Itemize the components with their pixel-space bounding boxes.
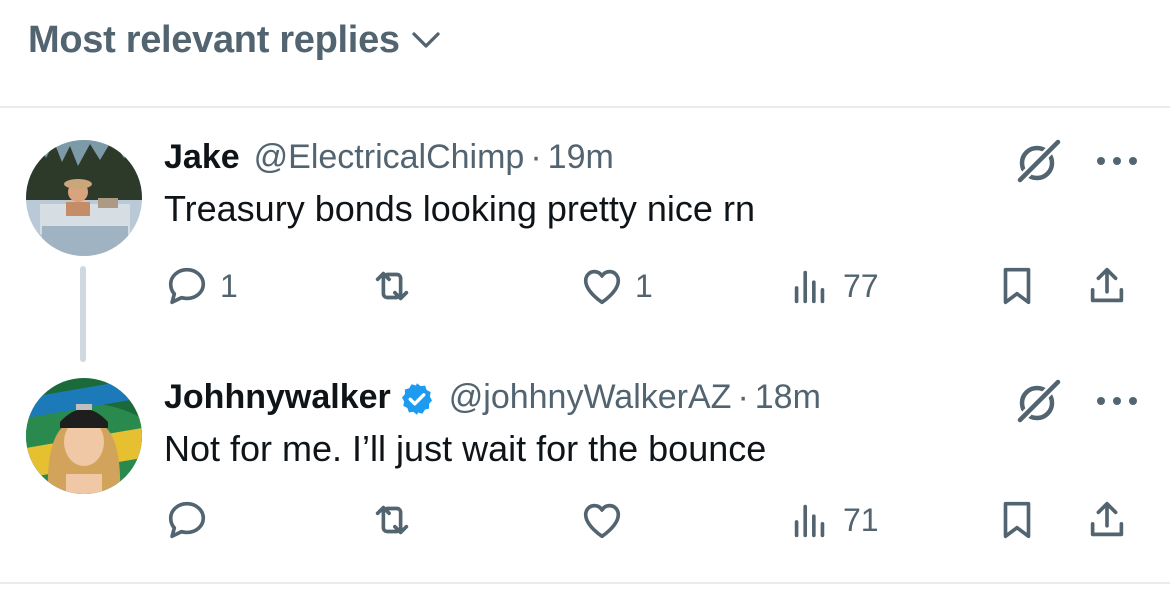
timestamp[interactable]: 19m	[548, 138, 614, 177]
tweet-text: Treasury bonds looking pretty nice rn	[164, 188, 755, 229]
view-count: 71	[843, 501, 879, 538]
separator-dot: ·	[737, 378, 749, 416]
tweet-text: Not for me. I’ll just wait for the bounc…	[164, 428, 767, 469]
tweet-header: Jake @ElectricalChimp · 19m	[164, 138, 614, 177]
verified-badge-icon[interactable]	[399, 381, 435, 417]
timestamp[interactable]: 18m	[755, 378, 821, 417]
reply-tweet[interactable]: Johhnywalker @johhnyWalkerAZ · 18m Not f…	[0, 372, 1170, 572]
more-icon[interactable]	[1092, 144, 1142, 178]
views-button[interactable]: 77	[787, 258, 879, 314]
reply-icon	[168, 501, 206, 539]
views-icon	[794, 504, 825, 538]
separator-dot: ·	[530, 138, 542, 176]
share-button[interactable]	[1084, 258, 1130, 314]
reply-button[interactable]: 1	[164, 258, 238, 314]
share-icon	[1090, 501, 1124, 537]
views-button[interactable]: 71	[787, 492, 879, 548]
retweet-icon	[375, 271, 409, 301]
views-icon	[794, 270, 825, 304]
divider	[0, 106, 1170, 108]
bookmark-button[interactable]	[994, 492, 1040, 548]
avatar[interactable]	[26, 378, 142, 494]
grok-icon[interactable]	[1012, 376, 1064, 428]
display-name[interactable]: Jake	[164, 138, 240, 177]
like-icon	[583, 269, 621, 305]
reply-button[interactable]	[164, 492, 220, 548]
share-button[interactable]	[1084, 492, 1130, 548]
bookmark-icon	[1003, 501, 1031, 539]
thread-line	[80, 266, 86, 362]
tweet-header: Johhnywalker @johhnyWalkerAZ · 18m	[164, 378, 821, 417]
grok-icon[interactable]	[1012, 136, 1064, 188]
like-button[interactable]: 1	[579, 258, 653, 314]
divider	[0, 582, 1170, 584]
bookmark-icon	[1003, 267, 1031, 305]
user-handle[interactable]: @johhnyWalkerAZ	[449, 378, 732, 417]
like-button[interactable]	[579, 492, 635, 548]
retweet-button[interactable]	[369, 258, 425, 314]
chevron-down-icon	[412, 32, 440, 48]
bookmark-button[interactable]	[994, 258, 1040, 314]
reply-tweet[interactable]: Jake @ElectricalChimp · 19m Treasury bon…	[0, 132, 1170, 362]
user-handle[interactable]: @ElectricalChimp	[254, 138, 525, 177]
avatar[interactable]	[26, 140, 142, 256]
share-icon	[1090, 267, 1124, 303]
retweet-icon	[375, 505, 409, 535]
display-name[interactable]: Johhnywalker	[164, 378, 391, 417]
sort-replies-dropdown[interactable]: Most relevant replies	[28, 10, 444, 70]
like-icon	[583, 503, 621, 539]
like-count: 1	[635, 267, 653, 304]
more-icon[interactable]	[1092, 384, 1142, 418]
action-bar: 71	[164, 492, 1144, 548]
reply-count: 1	[220, 267, 238, 304]
reply-icon	[168, 267, 206, 305]
retweet-button[interactable]	[369, 492, 425, 548]
sort-label: Most relevant replies	[28, 18, 400, 61]
view-count: 77	[843, 267, 879, 304]
action-bar: 1 1 77	[164, 258, 1144, 314]
